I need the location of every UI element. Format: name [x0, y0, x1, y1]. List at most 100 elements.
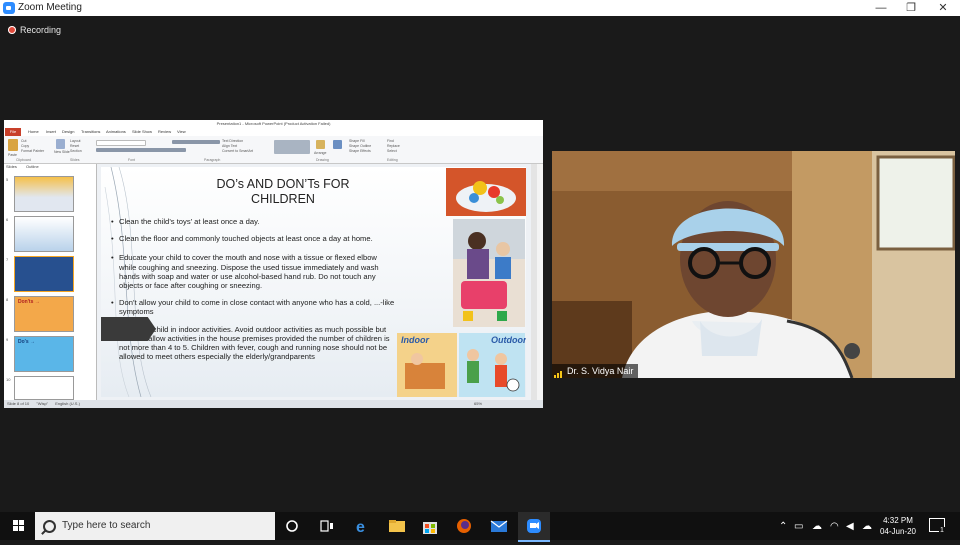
- thumb-number: 5: [6, 177, 9, 182]
- thumb-number: 8: [6, 297, 9, 302]
- smartart-button[interactable]: Convert to SmartArt: [222, 149, 253, 153]
- restore-button[interactable]: ❐: [896, 0, 926, 16]
- slide-thumbnail[interactable]: 5: [6, 176, 74, 212]
- shape-effects-button[interactable]: Shape Effects: [349, 149, 371, 153]
- speaker-video-frame: [552, 151, 955, 378]
- slide-number-status: Slide 8 of 10: [7, 401, 30, 406]
- tray-device-icon[interactable]: ▭: [794, 521, 803, 532]
- ppt-ribbon-tabs: File Home Insert Design Transitions Anim…: [4, 128, 543, 136]
- ppt-tab-transitions[interactable]: Transitions: [81, 128, 100, 136]
- arrow-shape: [101, 317, 156, 341]
- taskbar-search-box[interactable]: Type here to search: [35, 512, 275, 540]
- recording-icon: [8, 26, 16, 34]
- wifi-icon[interactable]: ◠: [830, 521, 839, 532]
- edge-browser-icon[interactable]: e: [347, 512, 379, 540]
- layout-button[interactable]: Layout: [70, 139, 81, 143]
- bullet-item: Clean the floor and commonly touched obj…: [111, 234, 396, 243]
- replace-button[interactable]: Replace: [387, 144, 400, 148]
- ppt-tab-slideshow[interactable]: Slide Show: [132, 128, 152, 136]
- volume-icon[interactable]: ◀: [846, 521, 854, 532]
- minimize-button[interactable]: —: [866, 0, 896, 16]
- slides-pane: Slides Outline 5 6 7 8 Don'ts → 9 Do's →…: [4, 164, 97, 400]
- new-slide-button[interactable]: New Slide: [54, 150, 70, 154]
- zoom-level[interactable]: 65%: [474, 400, 482, 408]
- zoom-taskbar-button[interactable]: [518, 512, 550, 542]
- ppt-tab-design[interactable]: Design: [62, 128, 74, 136]
- align-text-button[interactable]: Align Text: [222, 144, 237, 148]
- reset-button[interactable]: Reset: [70, 144, 79, 148]
- ppt-tab-review[interactable]: Review: [158, 128, 171, 136]
- onedrive-icon[interactable]: ☁: [812, 521, 822, 532]
- ppt-tab-animations[interactable]: Animations: [106, 128, 126, 136]
- font-format-buttons[interactable]: [96, 148, 186, 152]
- signal-strength-icon: [554, 365, 563, 378]
- slide-thumbnail[interactable]: 10: [6, 376, 74, 400]
- recording-indicator[interactable]: Recording: [8, 25, 61, 35]
- clock-date: 04-Jun-20: [879, 527, 917, 536]
- paragraph-group-label: Paragraph: [204, 158, 221, 162]
- window-title: Zoom Meeting: [18, 2, 82, 13]
- notification-count: 1: [939, 527, 945, 534]
- select-button[interactable]: Select: [387, 149, 397, 153]
- outdoor-label: Outdoor: [491, 335, 526, 345]
- mail-icon[interactable]: [483, 512, 515, 540]
- action-center-icon[interactable]: 1: [929, 518, 945, 534]
- search-icon: [43, 520, 56, 533]
- store-icon[interactable]: [414, 512, 446, 540]
- new-slide-icon[interactable]: [56, 139, 65, 149]
- task-view-icon[interactable]: [311, 512, 343, 540]
- text-direction-button[interactable]: Text Direction: [222, 139, 243, 143]
- ppt-file-tab[interactable]: File: [5, 128, 21, 136]
- ppt-tab-home[interactable]: Home: [28, 128, 39, 136]
- quick-styles-icon[interactable]: [333, 140, 342, 149]
- font-name-select[interactable]: [96, 140, 146, 146]
- pane-tab-outline[interactable]: Outline: [26, 164, 39, 169]
- close-button[interactable]: ✕: [928, 0, 958, 16]
- slide-thumbnail[interactable]: 9 Do's →: [6, 336, 74, 372]
- bullet-item: Clean the child’s toys’ at least once a …: [111, 217, 396, 226]
- shape-fill-button[interactable]: Shape Fill: [349, 139, 365, 143]
- font-group-label: Font: [128, 158, 136, 162]
- search-placeholder: Type here to search: [62, 520, 151, 531]
- arrange-icon[interactable]: [316, 140, 325, 149]
- clipboard-group-label: Clipboard: [16, 158, 31, 162]
- windows-taskbar: Type here to search e ⌃ ▭ ☁ ◠ ◀ ☁ 4:32 P…: [0, 512, 960, 542]
- section-button[interactable]: Section: [70, 149, 82, 153]
- firefox-icon[interactable]: [448, 512, 480, 540]
- slide-thumbnail[interactable]: 7: [6, 256, 74, 292]
- editing-group-label: Editing: [387, 158, 398, 162]
- thumb-label-donts: Don'ts →: [18, 299, 40, 305]
- pane-tab-slides[interactable]: Slides: [6, 164, 17, 169]
- cortana-icon[interactable]: [277, 512, 309, 540]
- shapes-gallery[interactable]: [274, 140, 310, 154]
- tray-chevron-icon[interactable]: ⌃: [779, 521, 787, 532]
- paste-icon[interactable]: [8, 139, 18, 151]
- paste-button-label[interactable]: Paste: [8, 153, 17, 157]
- participant-video[interactable]: Dr. S. Vidya Nair: [552, 151, 955, 378]
- ppt-title-bar: Presentation1 - Microsoft PowerPoint (Pr…: [4, 120, 543, 128]
- ppt-ribbon: Cut Copy Format Painter Paste Clipboard …: [4, 136, 543, 164]
- arrange-button[interactable]: Arrange: [314, 151, 326, 155]
- copy-button[interactable]: Copy: [21, 144, 29, 148]
- format-painter-button[interactable]: Format Painter: [21, 149, 44, 153]
- ppt-tab-view[interactable]: View: [177, 128, 186, 136]
- slide-title: DO’s AND DON’Ts FOR CHILDREN: [193, 177, 373, 207]
- system-clock[interactable]: 4:32 PM 04-Jun-20: [872, 515, 924, 537]
- windows-start-icon[interactable]: [2, 512, 34, 540]
- current-slide[interactable]: DO’s AND DON’Ts FOR CHILDREN Clean the c…: [101, 167, 526, 397]
- upload-cloud-icon[interactable]: ☁: [862, 521, 872, 532]
- paragraph-buttons[interactable]: [172, 140, 220, 144]
- pane-tabs: Slides Outline: [6, 164, 39, 169]
- slide-thumbnail[interactable]: 8 Don'ts →: [6, 296, 74, 332]
- ppt-status-bar: Slide 8 of 10 "Wisp" English (U.S.) 65%: [4, 400, 543, 408]
- ppt-tab-insert[interactable]: Insert: [46, 128, 56, 136]
- cut-button[interactable]: Cut: [21, 139, 26, 143]
- slide-scrollbar[interactable]: [531, 164, 537, 400]
- bullet-item: Don’t allow your child to come in close …: [111, 298, 396, 316]
- shape-outline-button[interactable]: Shape Outline: [349, 144, 371, 148]
- slide-thumbnail[interactable]: 6: [6, 216, 74, 252]
- slide-title-line2: CHILDREN: [251, 192, 315, 206]
- slide-title-line1: DO’s AND DON’Ts FOR: [216, 177, 350, 191]
- find-button[interactable]: Find: [387, 139, 394, 143]
- file-explorer-icon[interactable]: [381, 512, 413, 540]
